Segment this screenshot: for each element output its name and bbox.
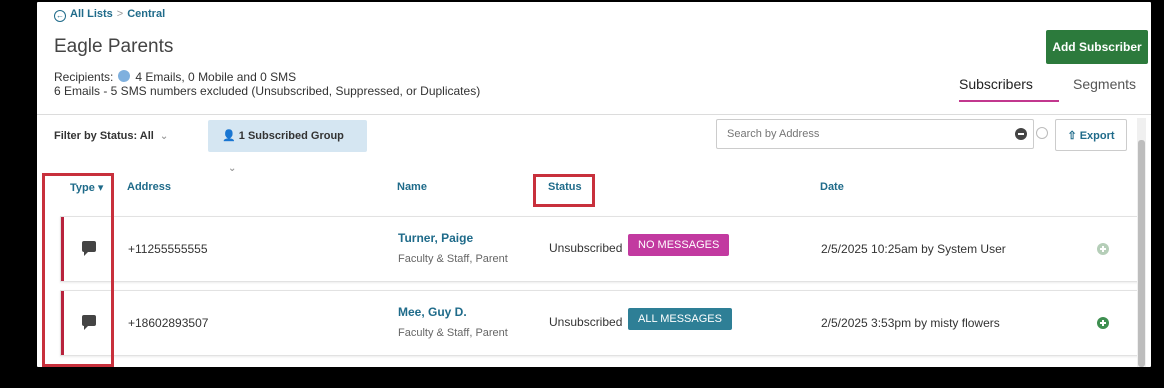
column-name[interactable]: Name	[397, 181, 427, 193]
status-badge: ALL MESSAGES	[628, 308, 732, 330]
row-status: Unsubscribed	[549, 241, 623, 255]
breadcrumb-all-lists[interactable]: All Lists	[70, 8, 113, 20]
breadcrumb-separator: >	[116, 8, 124, 20]
status-filter-label: Filter by Status: All	[54, 130, 154, 142]
recipients-counts: 4 Emails, 0 Mobile and 0 SMS	[135, 70, 297, 84]
filter-bar: Filter by Status: All ⌄ 👤 1 Subscribed Gr…	[37, 115, 1151, 174]
row-date: 2/5/2025 10:25am by System User	[821, 242, 1006, 256]
recipients-summary: Recipients: 4 Emails, 0 Mobile and 0 SMS …	[54, 70, 480, 98]
expand-plus-icon[interactable]	[1097, 317, 1109, 329]
scrollbar-thumb[interactable]	[1138, 140, 1145, 367]
export-button[interactable]: ⇧ Export	[1055, 119, 1127, 151]
clear-search-icon[interactable]	[1015, 128, 1027, 140]
add-subscriber-button[interactable]: Add Subscriber	[1046, 30, 1148, 64]
expand-plus-icon[interactable]	[1097, 243, 1109, 255]
info-icon[interactable]	[118, 70, 131, 82]
back-arrow-icon[interactable]: ←	[54, 10, 66, 22]
recipients-label: Recipients:	[54, 70, 114, 84]
table-row[interactable]: +18602893507 Mee, Guy D. Faculty & Staff…	[60, 290, 1139, 356]
annotation-box-type-column	[42, 173, 114, 367]
column-date[interactable]: Date	[820, 181, 844, 193]
row-name-link[interactable]: Mee, Guy D.	[398, 305, 467, 319]
export-icon: ⇧	[1067, 129, 1077, 142]
row-date: 2/5/2025 3:53pm by misty flowers	[821, 316, 1000, 330]
status-badge: NO MESSAGES	[628, 234, 730, 256]
page-header: ← All Lists > Central Eagle Parents Recipie…	[37, 2, 1151, 115]
table-row[interactable]: +11255555555 Turner, Paige Faculty & Sta…	[60, 216, 1139, 282]
status-filter-dropdown[interactable]: Filter by Status: All ⌄	[54, 130, 168, 142]
tab-segments[interactable]: Segments	[1073, 76, 1136, 100]
row-status: Unsubscribed	[549, 315, 623, 329]
excluded-summary: 6 Emails - 5 SMS numbers excluded (Unsub…	[54, 84, 481, 98]
group-filter-label: 1 Subscribed Group	[238, 130, 344, 142]
row-address: +18602893507	[128, 316, 209, 330]
row-address: +11255555555	[128, 242, 208, 256]
vertical-scrollbar[interactable]	[1137, 118, 1146, 367]
row-groups: Faculty & Staff, Parent	[398, 327, 508, 339]
search-input[interactable]	[716, 119, 1034, 149]
chevron-down-icon: ⌄	[159, 131, 169, 142]
breadcrumb-current[interactable]: Central	[127, 8, 165, 20]
group-icon: 👤	[222, 130, 236, 142]
row-name-link[interactable]: Turner, Paige	[398, 231, 473, 245]
breadcrumb: ← All Lists > Central	[54, 8, 165, 22]
row-groups: Faculty & Staff, Parent	[398, 253, 508, 265]
subscriber-list-page: ← All Lists > Central Eagle Parents Recipie…	[37, 2, 1151, 367]
group-filter-dropdown[interactable]: 👤 1 Subscribed Group⌄	[208, 120, 367, 174]
column-address[interactable]: Address	[127, 181, 171, 193]
search-icon[interactable]	[1036, 127, 1048, 139]
export-label: Export	[1079, 129, 1115, 142]
page-title: Eagle Parents	[54, 36, 174, 57]
tab-subscribers[interactable]: Subscribers	[959, 76, 1059, 102]
annotation-box-status-header	[533, 174, 595, 207]
